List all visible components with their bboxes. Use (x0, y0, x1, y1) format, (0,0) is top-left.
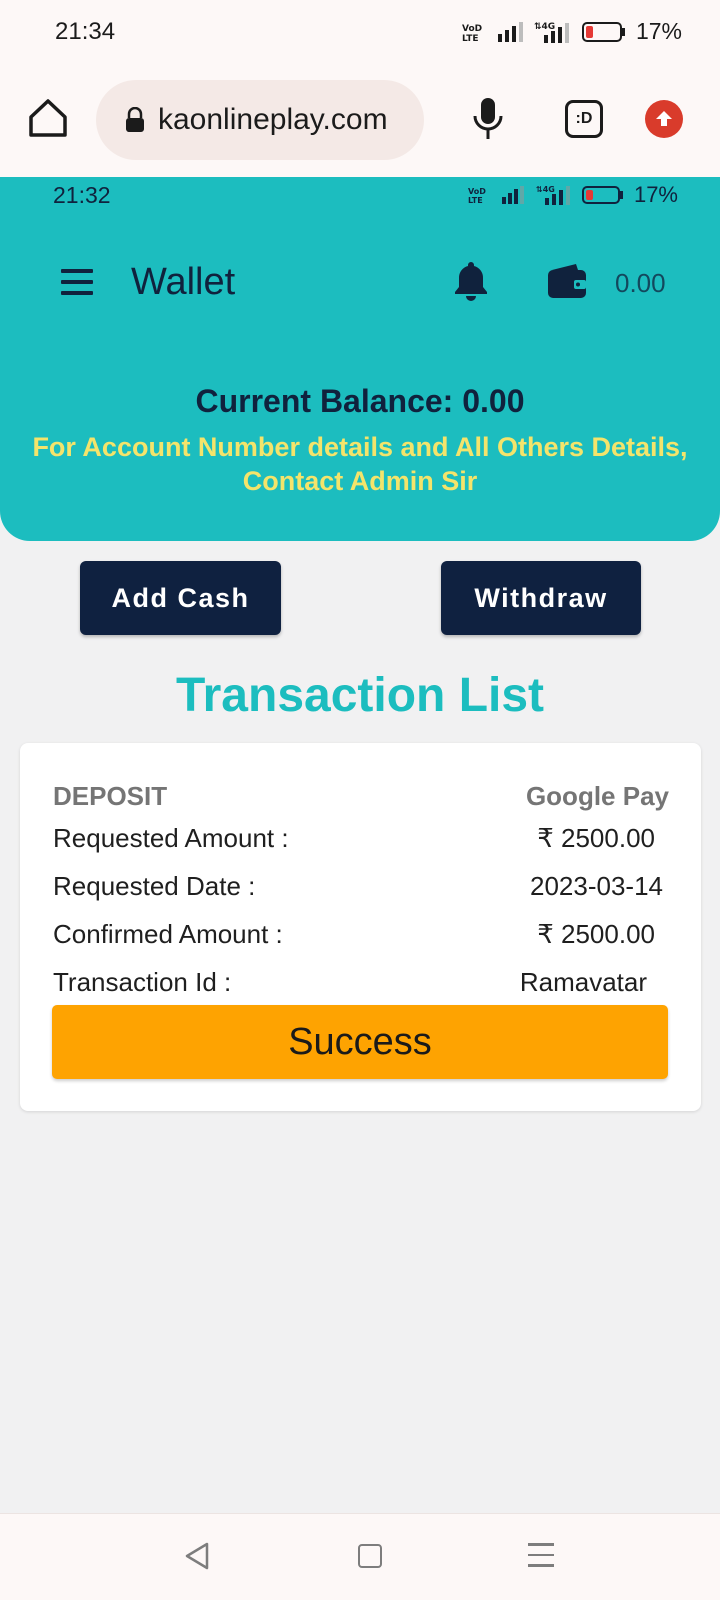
hamburger-menu-icon[interactable] (61, 269, 93, 295)
svg-text:VoD: VoD (468, 187, 486, 196)
page-title: Wallet (131, 261, 236, 303)
back-icon[interactable] (183, 1541, 211, 1571)
home-nav-icon[interactable] (358, 1544, 382, 1568)
transaction-type: DEPOSIT (53, 781, 168, 811)
requested-amount-value: ₹ 2500.00 (537, 823, 655, 853)
embedded-battery-percent: 17% (633, 182, 678, 207)
withdraw-button[interactable]: Withdraw (441, 561, 641, 635)
recents-icon[interactable] (528, 1543, 554, 1567)
battery-icon (581, 186, 623, 204)
svg-text:LTE: LTE (462, 34, 479, 43)
embedded-status-indicators: VoD LTE ⇅4G 17% (468, 182, 678, 208)
svg-text:LTE: LTE (468, 196, 483, 205)
volte-icon: VoDLTE (468, 187, 486, 205)
system-status-bar: 21:34 VoD LTE ⇅4G 17% (0, 0, 720, 64)
arrow-up-icon (656, 111, 672, 126)
signal-icon (497, 21, 523, 42)
transaction-list-title: Transaction List (175, 669, 545, 722)
wallet-balance: 0.00 (615, 268, 666, 298)
signal-4g-icon: ⇅4G (534, 22, 569, 43)
transaction-id-label: Transaction Id : (53, 967, 232, 997)
url-bar[interactable]: kaonlineplay.com (96, 80, 424, 160)
system-navigation-bar (0, 1513, 720, 1600)
status-indicators: VoD LTE ⇅4G 17% (462, 18, 682, 45)
update-button[interactable] (645, 100, 683, 138)
requested-date-value: 2023-03-14 (530, 871, 663, 901)
transaction-id-value: Ramavatar (519, 967, 647, 997)
embedded-status-time: 21:32 (53, 182, 111, 208)
payment-method: Google Pay (525, 781, 669, 811)
svg-text:⇅4G: ⇅4G (534, 22, 555, 32)
app-header: 21:32 VoD LTE ⇅4G 17% Wallet 0.00 (0, 177, 720, 339)
browser-toolbar: kaonlineplay.com :D (0, 64, 720, 177)
lock-icon (126, 107, 144, 132)
signal-icon (501, 186, 524, 204)
status-time: 21:34 (55, 18, 116, 45)
microphone-icon[interactable] (470, 96, 506, 142)
home-icon[interactable] (26, 96, 70, 140)
signal-4g-icon: ⇅4G (536, 185, 570, 205)
confirmed-amount-value: ₹ 2500.00 (537, 919, 655, 949)
add-cash-button[interactable]: Add Cash (80, 561, 281, 635)
wallet-icon[interactable] (546, 262, 588, 300)
svg-text:VoD: VoD (462, 24, 482, 34)
balance-panel: Current Balance: 0.00 For Account Number… (0, 339, 720, 541)
url-text: kaonlineplay.com (158, 103, 388, 136)
tab-switcher-button[interactable]: :D (565, 100, 603, 138)
admin-contact-notice: For Account Number details and All Other… (32, 432, 688, 496)
transaction-status-button[interactable]: Success (52, 1005, 668, 1079)
battery-percent: 17% (635, 18, 682, 44)
svg-text:⇅4G: ⇅4G (536, 185, 555, 194)
current-balance: Current Balance: 0.00 (195, 383, 525, 419)
transaction-card: DEPOSIT Google Pay Requested Amount : ₹ … (20, 743, 701, 1111)
bell-icon[interactable] (451, 259, 491, 303)
confirmed-amount-label: Confirmed Amount : (53, 919, 283, 949)
battery-icon (581, 21, 625, 42)
requested-date-label: Requested Date : (53, 871, 256, 901)
tab-switcher-label: :D (575, 110, 593, 127)
requested-amount-label: Requested Amount : (53, 823, 289, 853)
volte-icon: VoDLTE (462, 24, 482, 43)
